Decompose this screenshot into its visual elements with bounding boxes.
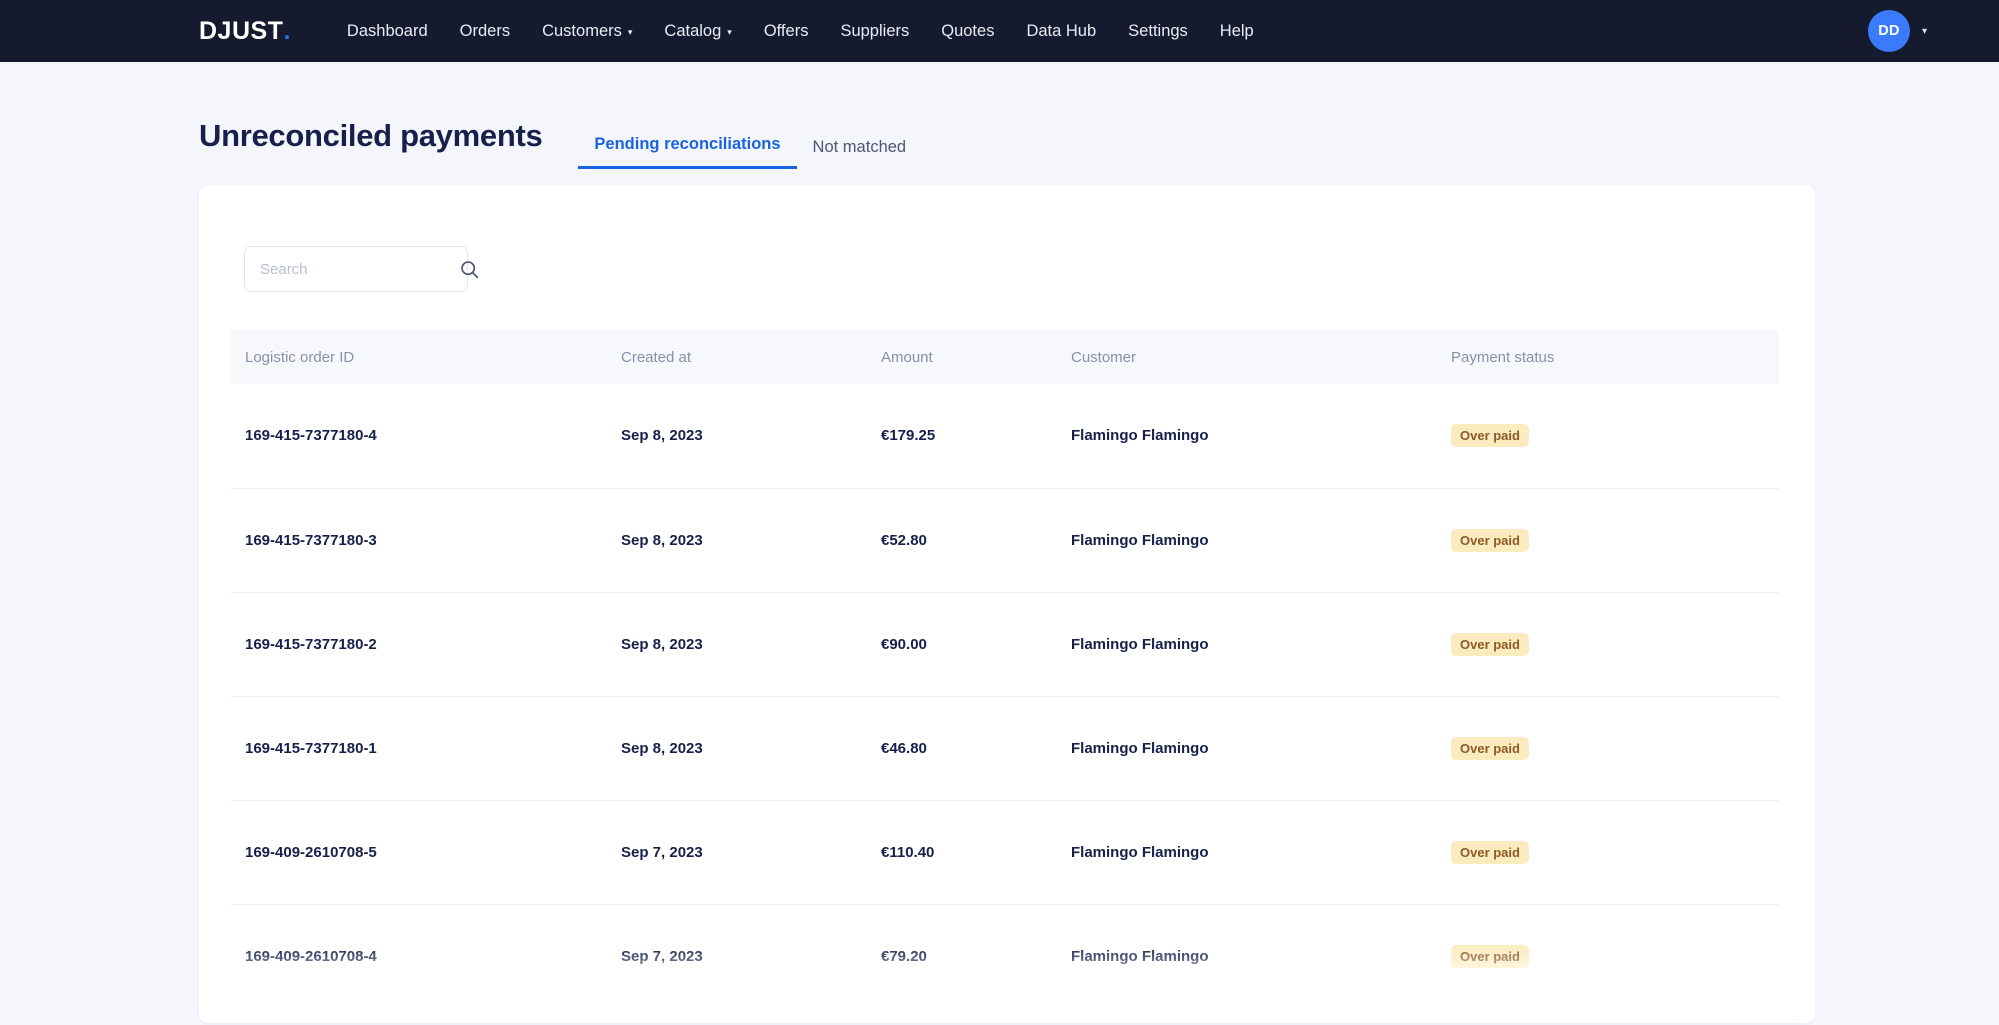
column-header-customer[interactable]: Customer — [1071, 330, 1451, 384]
cell-customer: Flamingo Flamingo — [1071, 592, 1451, 696]
nav-item-catalog[interactable]: Catalog ▾ — [664, 23, 731, 40]
cell-customer: Flamingo Flamingo — [1071, 488, 1451, 592]
nav-item-label: Dashboard — [347, 23, 428, 40]
nav-item-label: Customers — [542, 23, 622, 40]
table-row[interactable]: 169-409-2610708-4 Sep 7, 2023 €79.20 Fla… — [231, 904, 1779, 1008]
search-input[interactable] — [260, 261, 459, 278]
table-row[interactable]: 169-415-7377180-3 Sep 8, 2023 €52.80 Fla… — [231, 488, 1779, 592]
cell-created-at: Sep 7, 2023 — [621, 904, 881, 1008]
nav-item-settings[interactable]: Settings — [1128, 23, 1188, 40]
table-header-row: Logistic order ID Created at Amount Cust… — [231, 330, 1779, 384]
table-header: Logistic order ID Created at Amount Cust… — [231, 330, 1779, 384]
nav-item-label: Catalog — [664, 23, 721, 40]
page-header: Unreconciled payments Pending reconcilia… — [0, 62, 1999, 169]
nav-item-help[interactable]: Help — [1220, 23, 1254, 40]
user-menu[interactable]: DD ▾ — [1868, 10, 1927, 52]
cell-customer: Flamingo Flamingo — [1071, 696, 1451, 800]
top-navbar: DJUST. Dashboard Orders Customers ▾ Cata… — [0, 0, 1999, 62]
nav-item-suppliers[interactable]: Suppliers — [840, 23, 909, 40]
chevron-down-icon[interactable]: ▾ — [1922, 26, 1927, 37]
cell-customer: Flamingo Flamingo — [1071, 904, 1451, 1008]
cell-amount: €79.20 — [881, 904, 1071, 1008]
tab-not-matched[interactable]: Not matched — [797, 139, 923, 170]
nav-item-data-hub[interactable]: Data Hub — [1026, 23, 1096, 40]
nav-item-label: Suppliers — [840, 23, 909, 40]
nav-item-offers[interactable]: Offers — [764, 23, 809, 40]
cell-created-at: Sep 8, 2023 — [621, 592, 881, 696]
nav-item-label: Offers — [764, 23, 809, 40]
cell-amount: €52.80 — [881, 488, 1071, 592]
cell-created-at: Sep 8, 2023 — [621, 696, 881, 800]
cell-logistic-order-id: 169-409-2610708-4 — [231, 904, 621, 1008]
column-header-amount[interactable]: Amount — [881, 330, 1071, 384]
cell-amount: €46.80 — [881, 696, 1071, 800]
primary-navigation: Dashboard Orders Customers ▾ Catalog ▾ O… — [347, 23, 1254, 40]
cell-amount: €110.40 — [881, 800, 1071, 904]
status-badge: Over paid — [1451, 529, 1529, 552]
table-row[interactable]: 169-409-2610708-5 Sep 7, 2023 €110.40 Fl… — [231, 800, 1779, 904]
search-box[interactable] — [244, 246, 468, 292]
status-badge: Over paid — [1451, 945, 1529, 968]
cell-logistic-order-id: 169-415-7377180-4 — [231, 384, 621, 488]
table-body: 169-415-7377180-4 Sep 8, 2023 €179.25 Fl… — [231, 384, 1779, 1008]
brand-logo[interactable]: DJUST. — [199, 17, 291, 46]
cell-logistic-order-id: 169-415-7377180-3 — [231, 488, 621, 592]
nav-item-label: Data Hub — [1026, 23, 1096, 40]
nav-item-dashboard[interactable]: Dashboard — [347, 23, 428, 40]
chevron-down-icon: ▾ — [628, 28, 633, 37]
cell-payment-status: Over paid — [1451, 904, 1779, 1008]
nav-item-orders[interactable]: Orders — [460, 23, 510, 40]
cell-payment-status: Over paid — [1451, 592, 1779, 696]
table-row[interactable]: 169-415-7377180-4 Sep 8, 2023 €179.25 Fl… — [231, 384, 1779, 488]
cell-logistic-order-id: 169-415-7377180-1 — [231, 696, 621, 800]
search-icon[interactable] — [459, 259, 480, 280]
cell-customer: Flamingo Flamingo — [1071, 800, 1451, 904]
nav-item-label: Quotes — [941, 23, 994, 40]
status-badge: Over paid — [1451, 841, 1529, 864]
tab-pending-reconciliations[interactable]: Pending reconciliations — [578, 136, 796, 170]
payments-table: Logistic order ID Created at Amount Cust… — [231, 330, 1779, 1008]
payments-card: Logistic order ID Created at Amount Cust… — [199, 185, 1815, 1023]
chevron-down-icon: ▾ — [727, 28, 732, 37]
table-row[interactable]: 169-415-7377180-2 Sep 8, 2023 €90.00 Fla… — [231, 592, 1779, 696]
cell-payment-status: Over paid — [1451, 800, 1779, 904]
cell-payment-status: Over paid — [1451, 696, 1779, 800]
cell-logistic-order-id: 169-415-7377180-2 — [231, 592, 621, 696]
status-badge: Over paid — [1451, 424, 1529, 447]
avatar[interactable]: DD — [1868, 10, 1910, 52]
cell-logistic-order-id: 169-409-2610708-5 — [231, 800, 621, 904]
column-header-payment-status[interactable]: Payment status — [1451, 330, 1779, 384]
status-badge: Over paid — [1451, 633, 1529, 656]
nav-item-label: Orders — [460, 23, 510, 40]
cell-created-at: Sep 7, 2023 — [621, 800, 881, 904]
cell-amount: €90.00 — [881, 592, 1071, 696]
nav-item-label: Help — [1220, 23, 1254, 40]
brand-logo-dot: . — [283, 17, 290, 46]
status-badge: Over paid — [1451, 737, 1529, 760]
brand-logo-text: DJUST — [199, 17, 283, 46]
cell-created-at: Sep 8, 2023 — [621, 384, 881, 488]
nav-item-quotes[interactable]: Quotes — [941, 23, 994, 40]
column-header-created-at[interactable]: Created at — [621, 330, 881, 384]
column-header-logistic-order-id[interactable]: Logistic order ID — [231, 330, 621, 384]
cell-customer: Flamingo Flamingo — [1071, 384, 1451, 488]
nav-item-label: Settings — [1128, 23, 1188, 40]
tab-bar: Pending reconciliations Not matched — [578, 136, 922, 170]
nav-item-customers[interactable]: Customers ▾ — [542, 23, 632, 40]
cell-created-at: Sep 8, 2023 — [621, 488, 881, 592]
cell-payment-status: Over paid — [1451, 384, 1779, 488]
cell-payment-status: Over paid — [1451, 488, 1779, 592]
cell-amount: €179.25 — [881, 384, 1071, 488]
page-title: Unreconciled payments — [199, 120, 542, 169]
table-row[interactable]: 169-415-7377180-1 Sep 8, 2023 €46.80 Fla… — [231, 696, 1779, 800]
